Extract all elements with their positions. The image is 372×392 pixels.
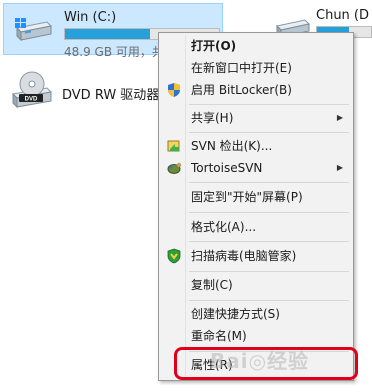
- menu-item-scan-virus[interactable]: 扫描病毒(电脑管家): [161, 246, 351, 266]
- menu-separator: [189, 271, 349, 272]
- svn-checkout-icon: [167, 140, 180, 152]
- menu-item-tortoisesvn[interactable]: TortoiseSVN ▶: [161, 158, 351, 178]
- hard-drive-icon: [15, 18, 53, 42]
- context-menu: 打开(O) 在新窗口中打开(E) 启用 BitLocker(B) 共享(H) ▶…: [158, 32, 354, 381]
- menu-item-label: 启用 BitLocker(B): [191, 83, 292, 97]
- menu-item-pin-start[interactable]: 固定到"开始"屏幕(P): [161, 187, 351, 207]
- menu-separator: [189, 300, 349, 301]
- submenu-arrow-icon: ▶: [336, 113, 343, 122]
- drive-title: Win (C:): [64, 10, 117, 25]
- menu-item-label: 共享(H): [191, 111, 234, 125]
- menu-item-format[interactable]: 格式化(A)...: [161, 217, 351, 237]
- menu-separator: [189, 241, 349, 242]
- menu-item-label: 在新窗口中打开(E): [191, 61, 292, 75]
- menu-item-svn-checkout[interactable]: SVN 检出(K)...: [161, 136, 351, 156]
- menu-item-label: 创建快捷方式(S): [191, 307, 280, 321]
- tortoisesvn-icon: [167, 162, 182, 174]
- drive-usage-fill: [65, 29, 150, 39]
- drive-free-space: 48.9 GB 可用，共: [64, 45, 162, 59]
- menu-item-copy[interactable]: 复制(C): [161, 275, 351, 295]
- menu-item-create-shortcut[interactable]: 创建快捷方式(S): [161, 304, 351, 324]
- menu-separator: [189, 212, 349, 213]
- menu-item-share[interactable]: 共享(H) ▶: [161, 108, 351, 128]
- menu-separator: [189, 104, 349, 105]
- menu-item-open-new-window[interactable]: 在新窗口中打开(E): [161, 58, 351, 78]
- drive-title-d[interactable]: Chun (D: [316, 8, 369, 23]
- menu-item-label: 重命名(M): [191, 329, 247, 343]
- highlight-annotation: [174, 347, 358, 380]
- explorer-view: Win (C:) 48.9 GB 可用，共 Chun (D DVD DVD RW…: [0, 0, 372, 392]
- shield-uac-icon: [168, 83, 180, 97]
- menu-item-open[interactable]: 打开(O): [161, 36, 351, 56]
- submenu-arrow-icon: ▶: [336, 163, 343, 172]
- menu-item-label: 固定到"开始"屏幕(P): [191, 190, 303, 204]
- menu-item-bitlocker[interactable]: 启用 BitLocker(B): [161, 80, 351, 100]
- menu-item-rename[interactable]: 重命名(M): [161, 326, 351, 346]
- security-shield-icon: [167, 248, 181, 264]
- dvd-drive-label[interactable]: DVD RW 驱动器: [62, 84, 158, 103]
- menu-item-label: 扫描病毒(电脑管家): [191, 249, 297, 263]
- menu-separator: [189, 182, 349, 183]
- svg-text:DVD: DVD: [25, 97, 38, 103]
- dvd-drive-icon[interactable]: DVD: [9, 70, 55, 114]
- menu-item-label: 打开(O): [191, 39, 237, 53]
- menu-item-label: 复制(C): [191, 278, 233, 292]
- menu-item-label: 格式化(A)...: [191, 220, 257, 234]
- menu-item-label: SVN 检出(K)...: [191, 139, 273, 153]
- menu-separator: [189, 132, 349, 133]
- menu-item-label: TortoiseSVN: [191, 161, 263, 175]
